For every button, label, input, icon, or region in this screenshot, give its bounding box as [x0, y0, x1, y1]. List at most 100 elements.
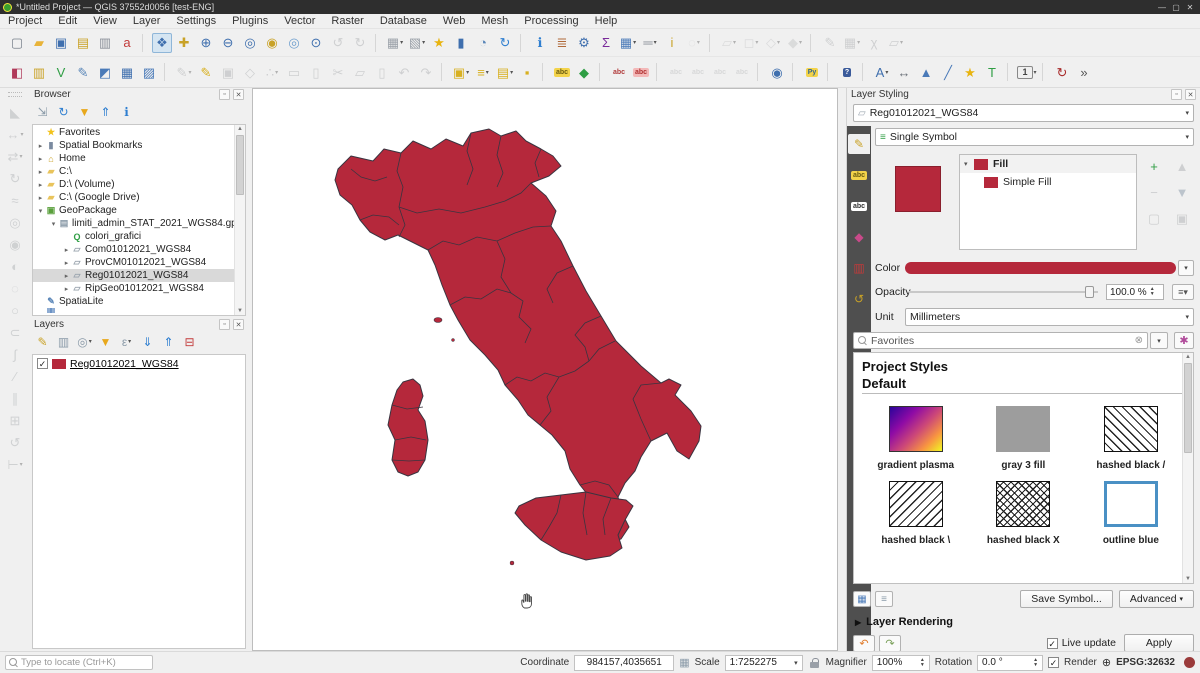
- style-browser-scrollbar[interactable]: ▲▼: [1182, 353, 1193, 583]
- move-label-icon[interactable]: ▣▾: [451, 62, 471, 82]
- help-contents-icon[interactable]: ?: [837, 62, 857, 82]
- text-annotation-icon[interactable]: A▾: [872, 62, 892, 82]
- opacity-spinbox[interactable]: 100.0 %▲▼: [1106, 284, 1164, 300]
- new-3d-map-view-icon[interactable]: ▧▾: [407, 33, 427, 53]
- browser-close-button[interactable]: ✕: [233, 89, 244, 100]
- advanced-button[interactable]: Advanced ▾: [1119, 590, 1194, 608]
- browser-item-spatialite[interactable]: ✎SpatiaLite: [33, 295, 234, 308]
- menu-help[interactable]: Help: [587, 14, 626, 29]
- scale-combo[interactable]: 1:7252275▾: [725, 655, 803, 671]
- layer-labeling-icon[interactable]: abc: [552, 62, 572, 82]
- browser-float-button[interactable]: ▫: [219, 89, 230, 100]
- zoom-native-icon[interactable]: ⊙: [306, 33, 326, 53]
- lock-scale-icon[interactable]: [810, 658, 819, 668]
- close-button[interactable]: ✕: [1183, 3, 1197, 12]
- messages-icon[interactable]: [1184, 657, 1195, 668]
- menu-vector[interactable]: Vector: [276, 14, 323, 29]
- style-search-input[interactable]: Favorites ⊗: [853, 332, 1148, 349]
- style-item-hashx[interactable]: hashed black X: [970, 481, 1078, 546]
- refresh-map-icon[interactable]: ↻: [495, 33, 515, 53]
- styling-layer-selector[interactable]: ▱ Reg01012021_WGS84▾: [853, 104, 1194, 122]
- renderer-combo[interactable]: ≡ Single Symbol▾: [875, 128, 1194, 146]
- add-raster-layer-icon[interactable]: ▦: [117, 62, 137, 82]
- minimize-button[interactable]: —: [1155, 3, 1169, 12]
- style-manager-icon[interactable]: a: [117, 33, 137, 53]
- browser-item-home[interactable]: ▸⌂Home: [33, 152, 234, 165]
- masks-tab-icon[interactable]: abc: [848, 196, 870, 216]
- pan-to-selection-icon[interactable]: ✚: [174, 33, 194, 53]
- collapse-all-icon[interactable]: ⇑: [159, 332, 178, 351]
- style-redo-button[interactable]: ↷: [879, 635, 901, 652]
- new-geopackage-layer-icon[interactable]: ▥: [29, 62, 49, 82]
- menu-settings[interactable]: Settings: [168, 14, 224, 29]
- browser-item-spatial-bookmarks[interactable]: ▸▮Spatial Bookmarks: [33, 139, 234, 152]
- icon-view-button[interactable]: ▦: [853, 591, 871, 607]
- add-mesh-layer-icon[interactable]: ▨: [139, 62, 159, 82]
- text-annotation-item-icon[interactable]: T: [982, 62, 1002, 82]
- open-data-source-manager-icon[interactable]: ◧: [7, 62, 27, 82]
- plugin-swirl-icon[interactable]: ↻: [1052, 62, 1072, 82]
- locate-input[interactable]: Type to locate (Ctrl+K): [5, 655, 153, 670]
- add-symbol-layer-icon[interactable]: +: [1144, 156, 1164, 176]
- map-tips-icon[interactable]: i: [662, 33, 682, 53]
- style-item-gray[interactable]: gray 3 fill: [970, 406, 1078, 471]
- browser-item-geopackage[interactable]: ▾▣GeoPackage: [33, 204, 234, 217]
- labels-tab-icon[interactable]: abc: [848, 165, 870, 185]
- collapse-all-browser-icon[interactable]: ⇑: [96, 102, 115, 121]
- browser-item-provcm01012021-wgs84[interactable]: ▸▱ProvCM01012021_WGS84: [33, 256, 234, 269]
- python-console-icon[interactable]: Py: [802, 62, 822, 82]
- style-item-outline[interactable]: outline blue: [1077, 481, 1185, 546]
- style-undo-button[interactable]: ↶: [853, 635, 875, 652]
- temporal-controller-icon[interactable]: ◔: [473, 33, 493, 53]
- browser-item-d-volume[interactable]: ▸▰D:\ (Volume): [33, 178, 234, 191]
- clear-search-icon[interactable]: ⊗: [1135, 335, 1143, 346]
- opacity-slider-handle[interactable]: [1085, 286, 1094, 298]
- menu-view[interactable]: View: [85, 14, 125, 29]
- symbol-tree-root-row[interactable]: ▾ Fill: [960, 155, 1136, 173]
- symbol-tree-child-row[interactable]: Simple Fill: [960, 173, 1136, 191]
- new-print-layout-icon[interactable]: ▤: [73, 33, 93, 53]
- zoom-to-selection-icon[interactable]: ◉: [262, 33, 282, 53]
- toolbar-grip[interactable]: [8, 92, 22, 97]
- menu-layer[interactable]: Layer: [125, 14, 169, 29]
- history-tab-icon[interactable]: ↺: [848, 289, 870, 309]
- color-dropdown-button[interactable]: ▾: [1178, 260, 1194, 276]
- show-unplaced-labels-icon[interactable]: abc: [631, 62, 651, 82]
- scrollbar-thumb[interactable]: [236, 135, 244, 195]
- metasearch-icon[interactable]: ◉: [767, 62, 787, 82]
- open-layer-styling-icon[interactable]: ✎: [33, 332, 52, 351]
- processing-toolbox-icon[interactable]: ⚙: [574, 33, 594, 53]
- render-checkbox[interactable]: ✓: [1048, 657, 1059, 668]
- marker-annotation-icon[interactable]: ★: [960, 62, 980, 82]
- browser-item-c-google-drive[interactable]: ▸▰C:\ (Google Drive): [33, 191, 234, 204]
- list-view-button[interactable]: ≡: [875, 591, 893, 607]
- layer-rendering-section[interactable]: ▶ Layer Rendering: [855, 616, 953, 628]
- open-project-icon[interactable]: ▰: [29, 33, 49, 53]
- unit-combo[interactable]: Millimeters▾: [905, 308, 1194, 326]
- browser-item-limiti-admin-stat-2021-wgs84-gpkg[interactable]: ▾▤limiti_admin_STAT_2021_WGS84.gpkg: [33, 217, 234, 230]
- scrollbar-thumb[interactable]: [1184, 363, 1192, 453]
- map-tip-preview-icon[interactable]: 1▾: [1017, 62, 1037, 82]
- maximize-button[interactable]: ▢: [1169, 3, 1183, 12]
- layer-diagram-options-icon[interactable]: ▤▾: [495, 62, 515, 82]
- layer-row[interactable]: ✓ Reg01012021_WGS84: [33, 355, 245, 372]
- new-map-view-icon[interactable]: ▦▾: [385, 33, 405, 53]
- new-spatial-bookmark-icon[interactable]: ★: [429, 33, 449, 53]
- move-annotation-icon[interactable]: ↔: [894, 62, 914, 82]
- zoom-full-extent-icon[interactable]: ◎: [240, 33, 260, 53]
- browser-item-favorites[interactable]: ★Favorites: [33, 126, 234, 139]
- show-statistics-icon[interactable]: Σ: [596, 33, 616, 53]
- filter-by-expression-icon[interactable]: ε▾: [117, 332, 136, 351]
- show-layout-manager-icon[interactable]: ▥: [95, 33, 115, 53]
- browser-scrollbar[interactable]: ▲▼: [234, 125, 245, 315]
- open-attribute-table-icon[interactable]: ▦▾: [618, 33, 638, 53]
- line-annotation-icon[interactable]: ╱: [938, 62, 958, 82]
- menu-processing[interactable]: Processing: [516, 14, 586, 29]
- polygon-annotation-icon[interactable]: ▲: [916, 62, 936, 82]
- layers-close-button[interactable]: ✕: [233, 319, 244, 330]
- pin-unpin-labels-icon[interactable]: ▪: [517, 62, 537, 82]
- new-spatialite-layer-icon[interactable]: ✎: [73, 62, 93, 82]
- menu-edit[interactable]: Edit: [50, 14, 85, 29]
- style-item-hashf[interactable]: hashed black /: [1077, 406, 1185, 471]
- zoom-in-icon[interactable]: ⊕: [196, 33, 216, 53]
